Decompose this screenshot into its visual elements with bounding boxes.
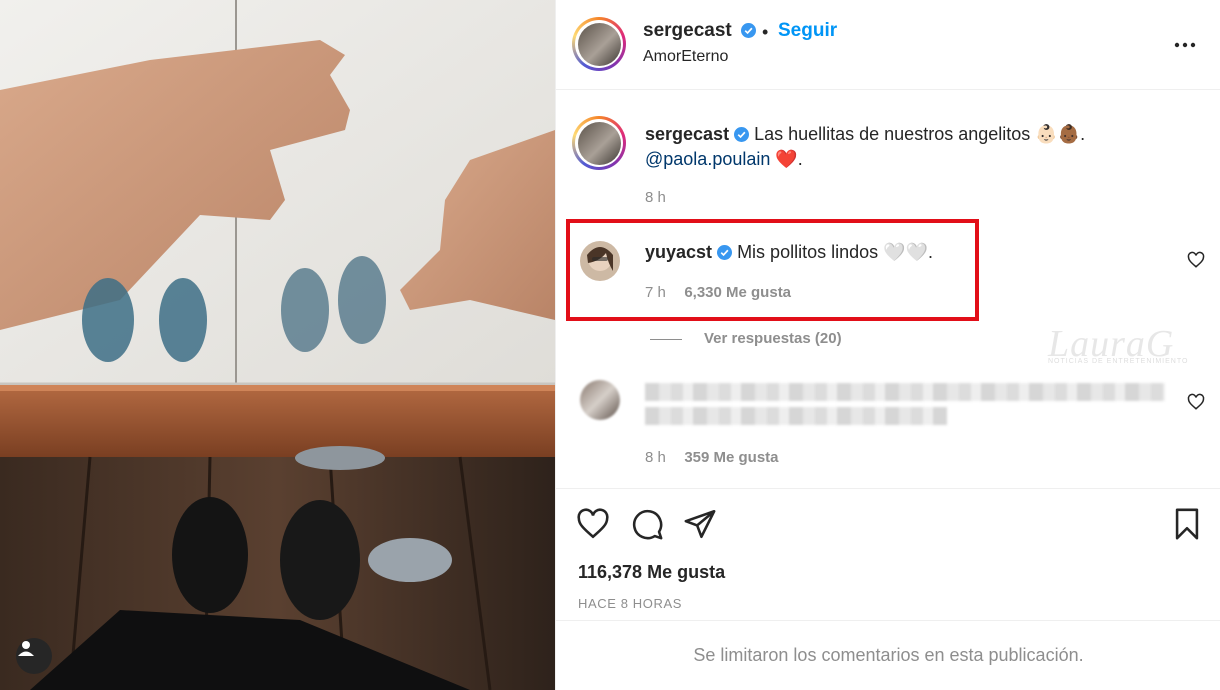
blurred-comment-line-2 — [645, 407, 947, 425]
blurred-comment-avatar[interactable] — [580, 380, 620, 420]
caption-text: Las huellitas de nuestros angelitos 👶🏻👶🏾… — [754, 124, 1086, 144]
caption-time[interactable]: 8 h — [645, 189, 666, 206]
comment-heart-icon[interactable] — [1187, 393, 1205, 411]
more-options-icon[interactable] — [1173, 33, 1197, 57]
caption-mention-suffix: ❤️. — [770, 149, 803, 169]
comment-time[interactable]: 7 h — [645, 284, 666, 301]
post-actions: 116,378 Me gusta HACE 8 HORAS — [556, 488, 1220, 620]
watermark-subtitle: NOTICIAS DE ENTRETENIMIENTO — [1048, 358, 1189, 365]
post-timestamp[interactable]: HACE 8 HORAS — [578, 596, 682, 611]
replies-divider — [650, 339, 682, 340]
share-icon[interactable] — [683, 507, 717, 541]
author-username[interactable]: sergecast — [643, 20, 732, 41]
comment-likes[interactable]: 6,330 Me gusta — [684, 284, 791, 301]
caption-avatar[interactable] — [572, 116, 626, 170]
comment-username[interactable]: yuyacst — [645, 242, 712, 262]
verified-badge-icon — [734, 127, 750, 142]
post-likes-count[interactable]: 116,378 Me gusta — [578, 562, 725, 583]
verified-badge-icon — [717, 245, 733, 260]
comment-row: yuyacst Mis pollitos lindos 🤍🤍. — [645, 242, 933, 263]
highlight-box — [566, 219, 979, 321]
comment-avatar[interactable] — [580, 241, 620, 281]
comment-time[interactable]: 8 h — [645, 449, 666, 466]
user-tag-button[interactable] — [16, 638, 52, 674]
comment-heart-icon[interactable] — [1187, 251, 1205, 269]
separator-dot: • — [762, 22, 769, 42]
post-panel: sergecast • Seguir AmorEterno sergecast … — [555, 0, 1220, 690]
heart-icon[interactable] — [576, 507, 610, 541]
comments-limited-notice: Se limitaron los comentarios en esta pub… — [556, 620, 1220, 690]
comment-text: Mis pollitos lindos 🤍🤍. — [737, 242, 933, 262]
post-header: sergecast • Seguir AmorEterno — [556, 0, 1220, 90]
comment-icon[interactable] — [630, 507, 664, 541]
caption-username[interactable]: sergecast — [645, 124, 729, 144]
bookmark-icon[interactable] — [1170, 507, 1204, 541]
author-avatar[interactable] — [572, 17, 626, 71]
caption-mention[interactable]: @paola.poulain — [645, 149, 770, 169]
user-tag-icon — [18, 641, 34, 656]
comment-likes[interactable]: 359 Me gusta — [684, 449, 778, 466]
view-replies-button[interactable]: Ver respuestas (20) — [704, 330, 842, 347]
photo-illustration — [0, 0, 555, 690]
caption: sergecast Las huellitas de nuestros ange… — [645, 122, 1165, 172]
follow-button[interactable]: Seguir — [778, 20, 837, 42]
verified-badge-icon — [741, 23, 757, 38]
post-photo[interactable] — [0, 0, 555, 690]
blurred-comment-line-1 — [645, 383, 1165, 401]
post-location[interactable]: AmorEterno — [643, 48, 728, 66]
